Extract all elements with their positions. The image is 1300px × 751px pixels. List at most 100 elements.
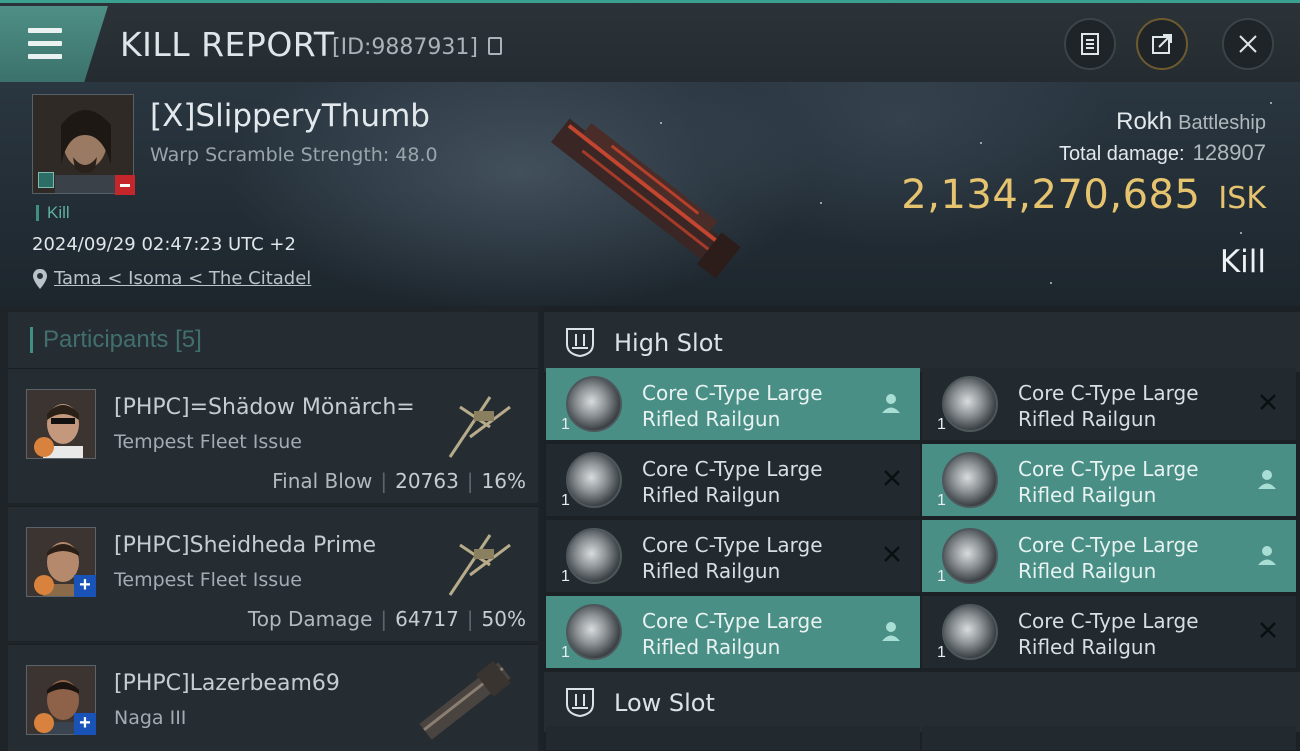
module-name: Core C-Type Large Rifled Railgun	[642, 532, 862, 584]
victim-name[interactable]: [X]SlipperyThumb	[150, 98, 430, 134]
participant-row[interactable]: + [PHPC]Sheidheda Prime Tempest Fleet Is…	[8, 506, 538, 641]
close-icon	[1239, 35, 1257, 53]
copy-icon[interactable]	[488, 37, 502, 55]
participant-row[interactable]: [PHPC]=Shädow Mönärch= Tempest Fleet Iss…	[8, 368, 538, 503]
module-name-line1: Core C-Type Large	[1018, 609, 1199, 633]
ship-name: Rokh	[1116, 108, 1173, 135]
victim-banner: [X]SlipperyThumb Warp Scramble Strength:…	[0, 82, 1300, 306]
pilot-icon	[882, 394, 900, 413]
export-icon	[1152, 34, 1172, 54]
participants-header[interactable]: Participants [5]	[8, 312, 538, 368]
stat-percent: 50%	[481, 607, 526, 631]
map-pin-icon	[33, 269, 47, 289]
participant-ship-image	[419, 661, 511, 740]
railgun-module-icon	[566, 452, 622, 508]
high-slot-header[interactable]: High Slot	[544, 312, 1300, 372]
clipboard-button[interactable]	[1064, 18, 1116, 70]
module-name-line2: Rifled Railgun	[1018, 483, 1157, 507]
participant-name: [PHPC]Lazerbeam69	[114, 671, 340, 696]
victim-ship-image	[551, 118, 741, 279]
participants-title: Participants [5]	[30, 327, 202, 353]
module-name: Core C-Type Large Rifled Railgun	[1018, 380, 1238, 432]
destroyed-x-icon	[884, 546, 900, 562]
close-button[interactable]	[1222, 18, 1274, 70]
participant-stats: Top Damage | 64717 | 50%	[247, 607, 526, 631]
module-name-line1: Core C-Type Large	[1018, 457, 1199, 481]
total-damage-value: 128907	[1192, 140, 1266, 165]
low-slot-module-partial[interactable]	[546, 726, 920, 750]
module-name-line1: Core C-Type Large	[1018, 533, 1199, 557]
destroyed-x-icon	[1260, 622, 1276, 638]
module-name-line2: Rifled Railgun	[642, 407, 781, 431]
menu-icon-bar	[28, 54, 62, 59]
pilot-icon	[1258, 470, 1276, 489]
destroyed-x-icon	[884, 470, 900, 486]
module-item[interactable]: 1 Core C-Type Large Rifled Railgun	[546, 520, 920, 592]
low-slot-module-partial[interactable]	[922, 726, 1296, 750]
module-name-line2: Rifled Railgun	[642, 559, 781, 583]
module-qty: 1	[937, 568, 946, 585]
module-qty: 1	[561, 568, 570, 585]
destroyed-x-icon	[1260, 394, 1276, 410]
export-button[interactable]	[1136, 18, 1188, 70]
slot-low-icon	[566, 688, 594, 718]
module-name-line2: Rifled Railgun	[1018, 635, 1157, 659]
module-name-line2: Rifled Railgun	[642, 483, 781, 507]
kill-tag: Kill	[36, 204, 70, 221]
module-name-line2: Rifled Railgun	[1018, 407, 1157, 431]
kill-report-header: KILL REPORT [ID:9887931]	[0, 0, 1300, 82]
warp-scramble-strength: Warp Scramble Strength: 48.0	[150, 144, 438, 166]
participant-stats: Final Blow | 20763 | 16%	[272, 469, 526, 493]
low-slot-header[interactable]: Low Slot	[544, 672, 1300, 732]
menu-icon	[28, 28, 62, 33]
module-name: Core C-Type Large Rifled Railgun	[642, 608, 862, 660]
module-name: Core C-Type Large Rifled Railgun	[642, 380, 862, 432]
fitting-panel: High Slot 1 Core C-Type Large Rifled Rail…	[544, 306, 1300, 750]
pilot-icon	[1258, 546, 1276, 565]
railgun-module-icon	[942, 376, 998, 432]
clipboard-icon	[1081, 33, 1099, 55]
module-qty: 1	[937, 644, 946, 661]
railgun-module-icon	[942, 528, 998, 584]
participant-ship: Tempest Fleet Issue	[114, 569, 302, 591]
module-name: Core C-Type Large Rifled Railgun	[1018, 532, 1238, 584]
low-slot-label: Low Slot	[614, 689, 715, 717]
slot-high-icon	[566, 328, 594, 358]
railgun-module-icon	[942, 604, 998, 660]
module-qty: 1	[561, 492, 570, 509]
module-qty: 1	[937, 416, 946, 433]
stat-percent: 16%	[481, 469, 526, 493]
corp-icon	[34, 575, 54, 595]
kill-result: Kill	[1219, 244, 1266, 280]
module-item[interactable]: 1 Core C-Type Large Rifled Railgun	[922, 444, 1296, 516]
module-item[interactable]: 1 Core C-Type Large Rifled Railgun	[546, 368, 920, 440]
participants-panel: Participants [5] [PHPC]=Shädow Mönärch= …	[0, 306, 540, 751]
page-title: KILL REPORT	[120, 25, 335, 64]
module-item[interactable]: 1 Core C-Type Large Rifled Railgun	[922, 596, 1296, 668]
module-name: Core C-Type Large Rifled Railgun	[1018, 608, 1238, 660]
railgun-module-icon	[566, 528, 622, 584]
security-badge	[38, 172, 54, 188]
menu-button[interactable]	[0, 6, 108, 82]
victim-ship-name[interactable]: Rokh Battleship	[1116, 108, 1266, 136]
corp-icon	[34, 437, 54, 457]
module-name-line1: Core C-Type Large	[1018, 381, 1199, 405]
kill-location-link[interactable]: Tama < Isoma < The Citadel	[54, 268, 311, 289]
participant-ship-image	[448, 534, 511, 596]
menu-icon-bar	[28, 41, 62, 46]
module-item[interactable]: 1 Core C-Type Large Rifled Railgun	[922, 520, 1296, 592]
module-item[interactable]: 1 Core C-Type Large Rifled Railgun	[546, 596, 920, 668]
module-item[interactable]: 1 Core C-Type Large Rifled Railgun	[922, 368, 1296, 440]
module-name-line2: Rifled Railgun	[642, 635, 781, 659]
participant-name: [PHPC]Sheidheda Prime	[114, 533, 377, 558]
isk-unit: ISK	[1218, 181, 1266, 216]
participant-ship: Naga III	[114, 707, 187, 729]
module-name-line1: Core C-Type Large	[642, 609, 823, 633]
module-qty: 1	[561, 416, 570, 433]
module-name: Core C-Type Large Rifled Railgun	[642, 456, 862, 508]
total-damage-label: Total damage:	[1058, 143, 1185, 165]
participant-row[interactable]: + [PHPC]Lazerbeam69 Naga III	[8, 644, 538, 751]
railgun-module-icon	[942, 452, 998, 508]
module-item[interactable]: 1 Core C-Type Large Rifled Railgun	[546, 444, 920, 516]
corp-icon	[34, 713, 54, 733]
